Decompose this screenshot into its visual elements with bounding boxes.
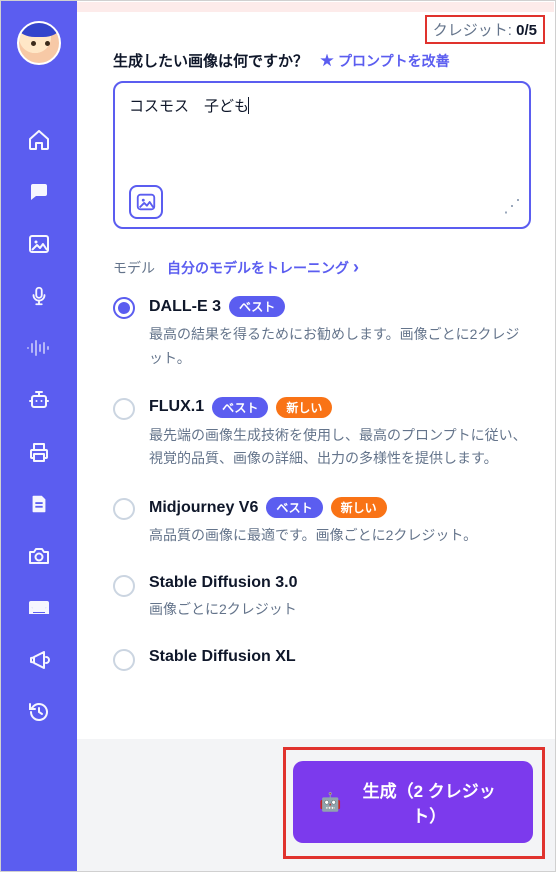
model-description: 画像ごとに2クレジット: [149, 598, 531, 622]
prompt-input[interactable]: コスモス 子ども ⋰: [113, 81, 531, 229]
model-name: FLUX.1: [149, 398, 204, 416]
document-icon[interactable]: [26, 491, 52, 517]
history-icon[interactable]: [26, 699, 52, 725]
improve-prompt-link[interactable]: プロンプトを改善: [320, 51, 450, 71]
model-body: FLUX.1 ベスト新しい最先端の画像生成技術を使用し、最高のプロンプトに従い、視…: [149, 397, 531, 472]
sofa-icon[interactable]: [26, 595, 52, 621]
model-option[interactable]: Midjourney V6 ベスト新しい高品質の画像に最適です。画像ごとに2クレジ…: [113, 497, 531, 548]
model-option[interactable]: DALL-E 3 ベスト最高の結果を得るためにお勧めします。画像ごとに2クレジット…: [113, 296, 531, 371]
new-badge: 新しい: [331, 497, 387, 518]
sidebar: [1, 1, 77, 871]
model-description: 最先端の画像生成技術を使用し、最高のプロンプトに従い、視覚的品質、画像の詳細、出…: [149, 424, 531, 472]
credits-total: 5: [529, 22, 537, 39]
camera-icon[interactable]: [26, 543, 52, 569]
model-body: Stable Diffusion XL: [149, 648, 531, 666]
resize-handle-icon[interactable]: ⋰: [503, 201, 521, 211]
print-icon[interactable]: [26, 439, 52, 465]
mic-icon[interactable]: [26, 283, 52, 309]
model-name: Stable Diffusion 3.0: [149, 574, 297, 592]
models-title: モデル: [113, 258, 155, 278]
attach-image-button[interactable]: [129, 185, 163, 219]
model-option[interactable]: Stable Diffusion XL: [113, 648, 531, 671]
main-panel: クレジット: 0/5 生成したい画像は何ですか？ プロンプトを改善 コスモス 子…: [77, 1, 555, 871]
radio-icon[interactable]: [113, 649, 135, 671]
chat-icon[interactable]: [26, 179, 52, 205]
model-option[interactable]: FLUX.1 ベスト新しい最先端の画像生成技術を使用し、最高のプロンプトに従い、視…: [113, 397, 531, 472]
train-model-link[interactable]: 自分のモデルをトレーニング: [167, 257, 359, 278]
generate-label: 生成（2 クレジット）: [351, 777, 507, 827]
megaphone-icon[interactable]: [26, 647, 52, 673]
model-description: 最高の結果を得るためにお勧めします。画像ごとに2クレジット。: [149, 323, 531, 371]
best-badge: ベスト: [212, 397, 268, 418]
model-name: DALL-E 3: [149, 298, 221, 316]
new-badge: 新しい: [276, 397, 332, 418]
model-option[interactable]: Stable Diffusion 3.0 画像ごとに2クレジット: [113, 574, 531, 622]
radio-icon[interactable]: [113, 498, 135, 520]
robot-icon: 🤖: [319, 792, 341, 813]
model-name: Midjourney V6: [149, 499, 258, 517]
radio-icon[interactable]: [113, 297, 135, 319]
credits-indicator: クレジット: 0/5: [425, 15, 545, 44]
footer: 🤖 生成（2 クレジット）: [77, 739, 555, 871]
models-list: DALL-E 3ベスト最高の結果を得るためにお勧めします。画像ごとに2クレジット…: [113, 296, 531, 671]
model-description: 高品質の画像に最適です。画像ごとに2クレジット。: [149, 524, 531, 548]
radio-icon[interactable]: [113, 575, 135, 597]
model-body: DALL-E 3 ベスト最高の結果を得るためにお勧めします。画像ごとに2クレジット…: [149, 296, 531, 371]
model-name: Stable Diffusion XL: [149, 648, 296, 666]
credits-label: クレジット:: [433, 22, 516, 39]
radio-icon[interactable]: [113, 398, 135, 420]
model-body: Stable Diffusion 3.0 画像ごとに2クレジット: [149, 574, 531, 622]
best-badge: ベスト: [266, 497, 322, 518]
best-badge: ベスト: [229, 296, 285, 317]
prompt-text[interactable]: コスモス 子ども: [129, 95, 515, 181]
home-icon[interactable]: [26, 127, 52, 153]
audio-wave-icon[interactable]: [26, 335, 52, 361]
prompt-label: 生成したい画像は何ですか？: [113, 50, 308, 71]
avatar[interactable]: [17, 21, 61, 65]
robot-icon[interactable]: [26, 387, 52, 413]
model-body: Midjourney V6 ベスト新しい高品質の画像に最適です。画像ごとに2クレジ…: [149, 497, 531, 548]
generate-button[interactable]: 🤖 生成（2 クレジット）: [293, 761, 533, 843]
image-icon[interactable]: [26, 231, 52, 257]
